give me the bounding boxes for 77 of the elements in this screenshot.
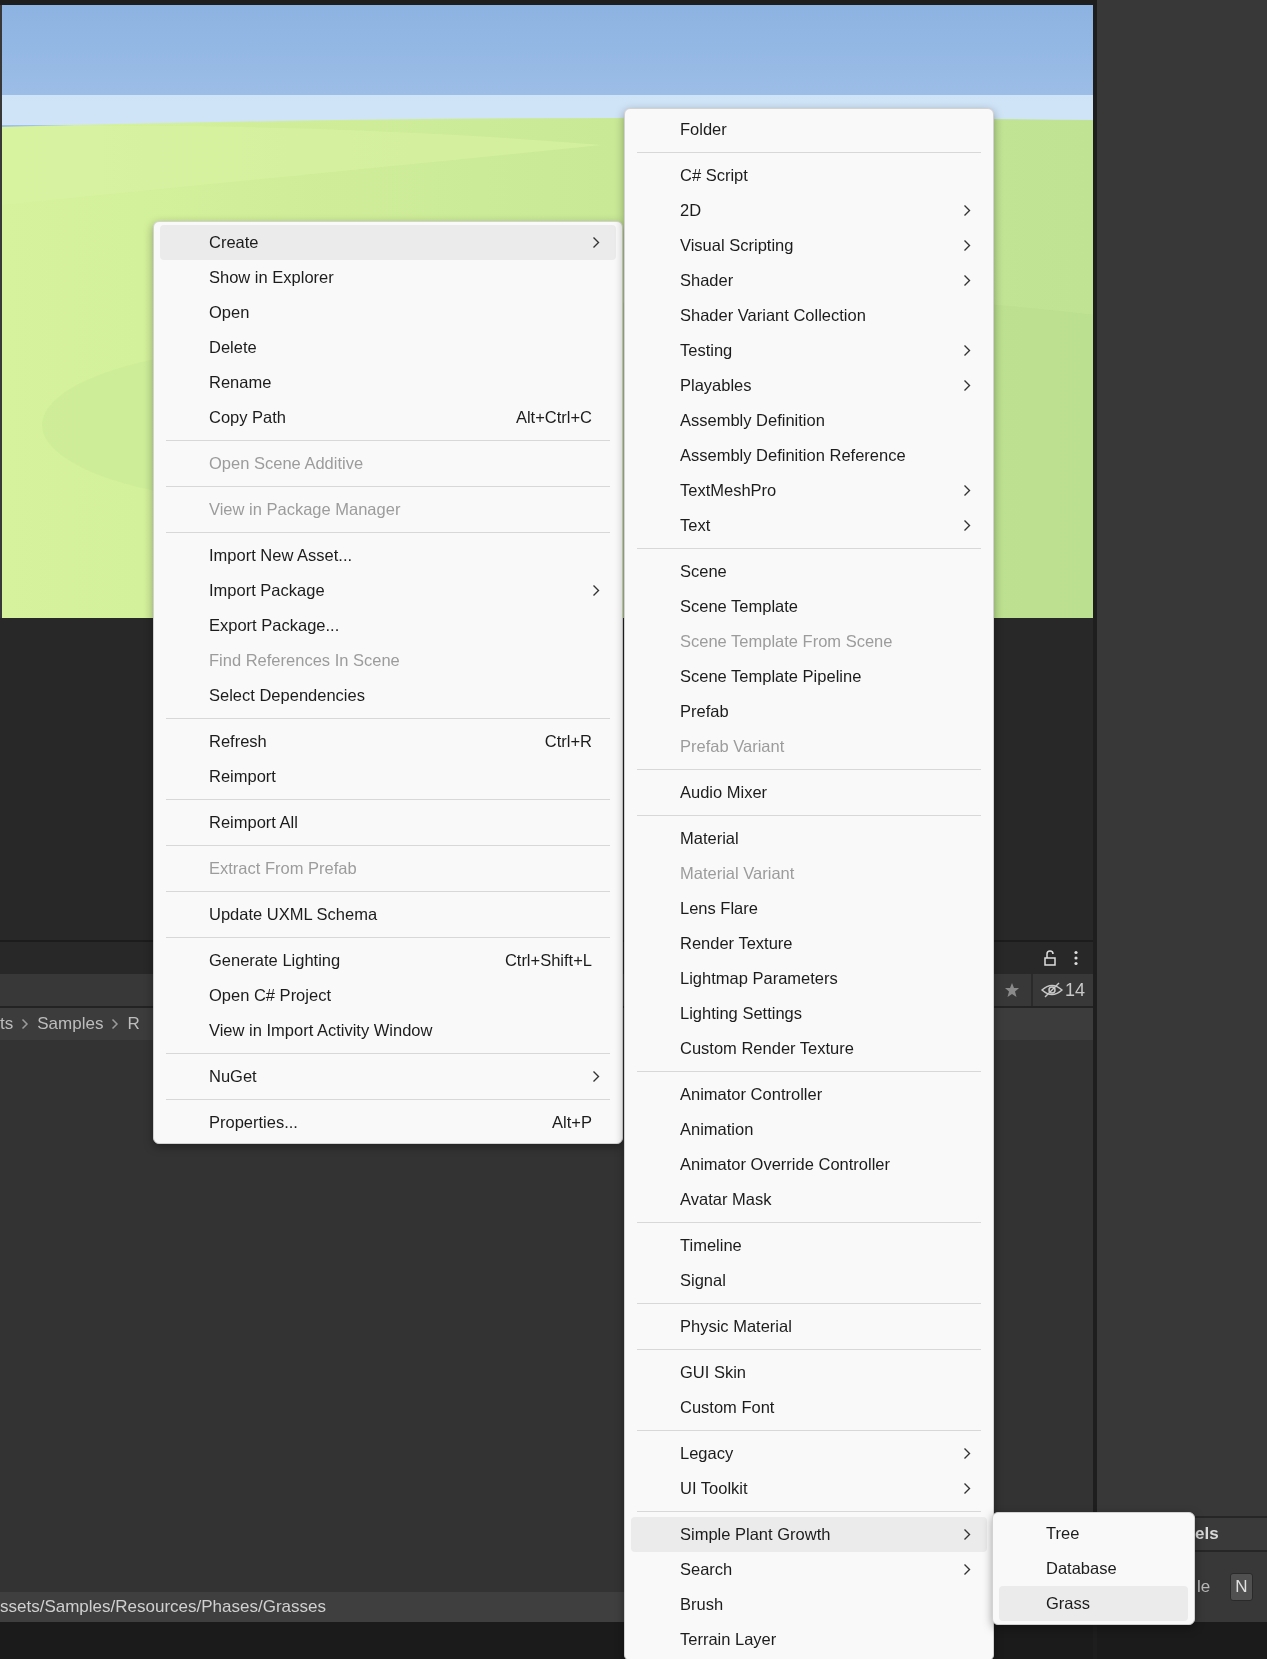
menu-item[interactable]: C# Script (631, 158, 987, 193)
menu-item[interactable]: Scene Template Pipeline (631, 659, 987, 694)
menu-item[interactable]: Select Dependencies (160, 678, 616, 713)
menu-item[interactable]: Physic Material (631, 1309, 987, 1344)
menu-item[interactable]: Shader Variant Collection (631, 298, 987, 333)
path-text: ssets/Samples/Resources/Phases/Grasses (0, 1597, 326, 1617)
menu-item[interactable]: Create (160, 225, 616, 260)
menu-item[interactable]: Rename (160, 365, 616, 400)
menu-item[interactable]: Scene (631, 554, 987, 589)
chevron-icon (111, 1018, 120, 1030)
menu-item[interactable]: Timeline (631, 1228, 987, 1263)
menu-item[interactable]: Prefab (631, 694, 987, 729)
menu-item[interactable]: Custom Font (631, 1390, 987, 1425)
menu-item[interactable]: UI Toolkit (631, 1471, 987, 1506)
menu-item[interactable]: Refresh Ctrl+R (160, 724, 616, 759)
menu-item[interactable]: Scene Template (631, 589, 987, 624)
menu-item[interactable]: Animation (631, 1112, 987, 1147)
menu-item[interactable]: Reimport (160, 759, 616, 794)
more-options-icon[interactable] (1073, 950, 1079, 966)
menu-item[interactable]: Signal (631, 1263, 987, 1298)
shortcut-text: Alt+Ctrl+C (515, 408, 592, 427)
breadcrumb-item[interactable]: ts (0, 1014, 14, 1034)
menu-item[interactable]: Tree (999, 1516, 1188, 1551)
menu-item[interactable]: Simple Plant Growth (631, 1517, 987, 1552)
menu-item[interactable]: Shader (631, 263, 987, 298)
menu-item[interactable]: Custom Render Texture (631, 1031, 987, 1066)
menu-item[interactable]: TextMeshPro (631, 473, 987, 508)
menu-item[interactable]: Animator Controller (631, 1077, 987, 1112)
menu-item[interactable]: Visual Scripting (631, 228, 987, 263)
menu-item[interactable]: Copy Path Alt+Ctrl+C (160, 400, 616, 435)
menu-item[interactable]: Export Package... (160, 608, 616, 643)
menu-item[interactable]: Assembly Definition Reference (631, 438, 987, 473)
menu-item[interactable]: Audio Mixer (631, 775, 987, 810)
menu-item[interactable]: Generate Lighting Ctrl+Shift+L (160, 943, 616, 978)
menu-item[interactable]: Grass (999, 1586, 1188, 1621)
menu-item[interactable]: Import Package (160, 573, 616, 608)
breadcrumb-item[interactable]: R (127, 1014, 140, 1034)
menu-item[interactable]: View in Import Activity Window (160, 1013, 616, 1048)
menu-item[interactable]: GUI Skin (631, 1355, 987, 1390)
menu-item[interactable]: Lighting Settings (631, 996, 987, 1031)
menu-item[interactable]: Open C# Project (160, 978, 616, 1013)
menu-item[interactable]: Lightmap Parameters (631, 961, 987, 996)
menu-item[interactable]: Folder (631, 112, 987, 147)
hidden-eye-icon (1040, 982, 1063, 998)
menu-item[interactable]: Search (631, 1552, 987, 1587)
section-title: els (1195, 1524, 1219, 1544)
menu-item[interactable]: Playables (631, 368, 987, 403)
menu-item[interactable]: Delete (160, 330, 616, 365)
menu-item[interactable]: Reimport All (160, 805, 616, 840)
menu-item[interactable]: Text (631, 508, 987, 543)
menu-item[interactable]: Material (631, 821, 987, 856)
menu-item[interactable]: Animator Override Controller (631, 1147, 987, 1182)
menu-item[interactable]: Terrain Layer (631, 1622, 987, 1657)
menu-item[interactable]: Properties... Alt+P (160, 1105, 616, 1140)
menu-item[interactable]: Open (160, 295, 616, 330)
chevron-icon (21, 1018, 30, 1030)
menu-item[interactable]: Avatar Mask (631, 1182, 987, 1217)
menu-item[interactable]: Show in Explorer (160, 260, 616, 295)
star-icon (1003, 982, 1020, 998)
menu-item[interactable]: Lens Flare (631, 891, 987, 926)
padlock-icon[interactable] (1043, 950, 1057, 966)
shortcut-text: Ctrl+Shift+L (504, 951, 592, 970)
menu-item[interactable]: Assembly Definition (631, 403, 987, 438)
field-label: le (1197, 1577, 1211, 1597)
value-field[interactable]: N (1230, 1573, 1253, 1601)
menu-item[interactable]: Database (999, 1551, 1188, 1586)
menu-item[interactable]: Testing (631, 333, 987, 368)
breadcrumb-item[interactable]: Samples (37, 1014, 104, 1034)
menu-item[interactable]: Import New Asset... (160, 538, 616, 573)
shortcut-text: Alt+P (552, 1113, 592, 1132)
menu-item[interactable]: Render Texture (631, 926, 987, 961)
shortcut-text: Ctrl+R (544, 732, 592, 751)
menu-item[interactable]: 2D (631, 193, 987, 228)
menu-item[interactable]: Legacy (631, 1436, 987, 1471)
menu-item[interactable]: NuGet (160, 1059, 616, 1094)
menu-item[interactable]: Brush (631, 1587, 987, 1622)
menu-item[interactable]: Update UXML Schema (160, 897, 616, 932)
